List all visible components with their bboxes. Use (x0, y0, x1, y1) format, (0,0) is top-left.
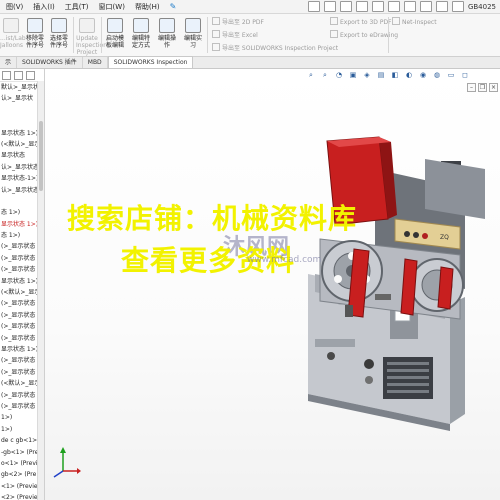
ribbon-label: 选择零 件序号 (49, 35, 68, 49)
menu-tools[interactable]: 工具(T) (65, 2, 89, 12)
menu-bar: 图(V) 插入(I) 工具(T) 窗口(W) 帮助(H) ✎ GB4025 (0, 0, 500, 14)
edit-method-button[interactable]: 编辑特 定方式 (130, 18, 152, 49)
ribbon-label: ...ist/Lab Jalloons (0, 35, 26, 49)
select-balloons-button[interactable]: 选择零 件序号 (48, 18, 70, 49)
export-inspection-label: 导出至 SOLIDWORKS Inspection Project (222, 45, 339, 52)
net-inspect-label: Net-Inspect (402, 19, 437, 26)
print-icon[interactable] (371, 1, 384, 12)
ribbon-label: 编辑操 作 (157, 35, 176, 49)
options-gear-icon[interactable] (451, 1, 464, 12)
pdf3d-icon (330, 17, 338, 25)
export-inspection-project-button[interactable]: 导出至 SOLIDWORKS Inspection Project (212, 43, 338, 52)
edit-operation-icon (159, 18, 175, 33)
launch-template-editor-button[interactable]: 启动模 板编辑 (104, 18, 126, 49)
bill-of-materials-button[interactable]: ...ist/Lab Jalloons (0, 18, 26, 49)
ribbon-label: 编辑实 习 (183, 35, 202, 49)
tree-scrollbar[interactable] (37, 81, 44, 500)
export-3d-pdf-button[interactable]: Export to 3D PDF (330, 17, 392, 26)
export-excel-button[interactable]: 导出至 Excel (212, 30, 258, 39)
rebuild-icon[interactable] (419, 1, 432, 12)
menu-insert[interactable]: 插入(I) (33, 2, 55, 12)
menu-view[interactable]: 图(V) (6, 2, 23, 12)
tab-solidworks-inspection[interactable]: SOLIDWORKS Inspection (107, 56, 194, 68)
tab-mbd[interactable]: MBD (83, 57, 108, 68)
watermark-url: www.mfcad.com (247, 255, 322, 265)
watermark-line-1: 搜索店铺：机械资料库 (67, 202, 358, 235)
edit-method-icon (133, 18, 149, 33)
select-icon[interactable] (403, 1, 416, 12)
ribbon-separator (73, 17, 74, 53)
panel-label: ZQ (440, 234, 449, 241)
property-manager-icon[interactable] (14, 70, 23, 80)
quick-access-toolbar: GB4025 (307, 1, 500, 12)
command-manager-ribbon: ...ist/Lab Jalloons 移除零 件序号 选择零 件序号 Upda… (0, 14, 500, 57)
open-icon[interactable] (339, 1, 352, 12)
export-2d-pdf-label: 导出至 2D PDF (222, 19, 264, 26)
config-manager-icon[interactable] (26, 70, 35, 80)
template-editor-icon (107, 18, 123, 33)
undo-icon[interactable] (387, 1, 400, 12)
export-excel-label: 导出至 Excel (222, 32, 258, 39)
net-inspect-button[interactable]: Net-Inspect (392, 17, 437, 26)
save-icon[interactable] (355, 1, 368, 12)
ribbon-separator (207, 17, 208, 53)
excel-icon (212, 30, 220, 38)
ribbon-label: Update Inspection Project (76, 35, 107, 56)
edit-practice-icon (185, 18, 201, 33)
remove-balloon-icon (27, 18, 43, 33)
tab-display[interactable]: 示 (0, 57, 18, 68)
feature-manager-icon[interactable] (2, 70, 11, 80)
pdf-icon (212, 17, 220, 25)
document-title: GB4025 (467, 2, 496, 11)
menu-window[interactable]: 窗口(W) (99, 2, 125, 12)
ribbon-separator (101, 17, 102, 53)
pin-icon[interactable]: ✎ (170, 2, 177, 11)
export-3d-pdf-label: Export to 3D PDF (340, 19, 392, 26)
ribbon-label: 启动模 板编辑 (105, 35, 124, 49)
command-manager-tabs: 示 SOLIDWORKS 插件 MBD SOLIDWORKS Inspectio… (0, 56, 500, 69)
export-edrawing-label: Export to eDrawing (340, 32, 399, 39)
update-icon (79, 18, 95, 33)
export-2d-pdf-button[interactable]: 导出至 2D PDF (212, 17, 264, 26)
bom-icon (3, 18, 19, 33)
ribbon-label: 编辑特 定方式 (131, 35, 150, 49)
band-saw-model: ZQ (308, 136, 485, 431)
edit-practice-button[interactable]: 编辑实 习 (182, 18, 204, 49)
inspection-icon (212, 43, 220, 51)
reference-triad (53, 447, 81, 478)
edit-operation-button[interactable]: 编辑操 作 (156, 18, 178, 49)
feature-manager-tree: 默认>_显示状认>_显示状显示状态 1>)(<默认>_显示状态显示状态认>_显示… (0, 69, 45, 500)
scrollbar-thumb[interactable] (39, 121, 43, 191)
remove-balloons-button[interactable]: 移除零 件序号 (24, 18, 46, 49)
new-file-icon[interactable] (323, 1, 336, 12)
tab-solidworks-addins[interactable]: SOLIDWORKS 插件 (17, 57, 83, 68)
ribbon-separator (388, 17, 389, 53)
graphics-area[interactable]: ⌕ ⌕ ◔ ▣ ◈ ▤ ◧ ◐ ◉ ◍ ▭ ◻ – ❐ × ZQ 搜索店铺：机械… (45, 69, 500, 500)
file-properties-icon[interactable] (435, 1, 448, 12)
update-inspection-project-button[interactable]: Update Inspection Project (76, 18, 107, 56)
net-inspect-icon (392, 17, 400, 25)
menu-help[interactable]: 帮助(H) (135, 2, 160, 12)
home-icon[interactable] (307, 1, 320, 12)
ribbon-label: 移除零 件序号 (25, 35, 44, 49)
edrawing-icon (330, 30, 338, 38)
select-balloon-icon (51, 18, 67, 33)
